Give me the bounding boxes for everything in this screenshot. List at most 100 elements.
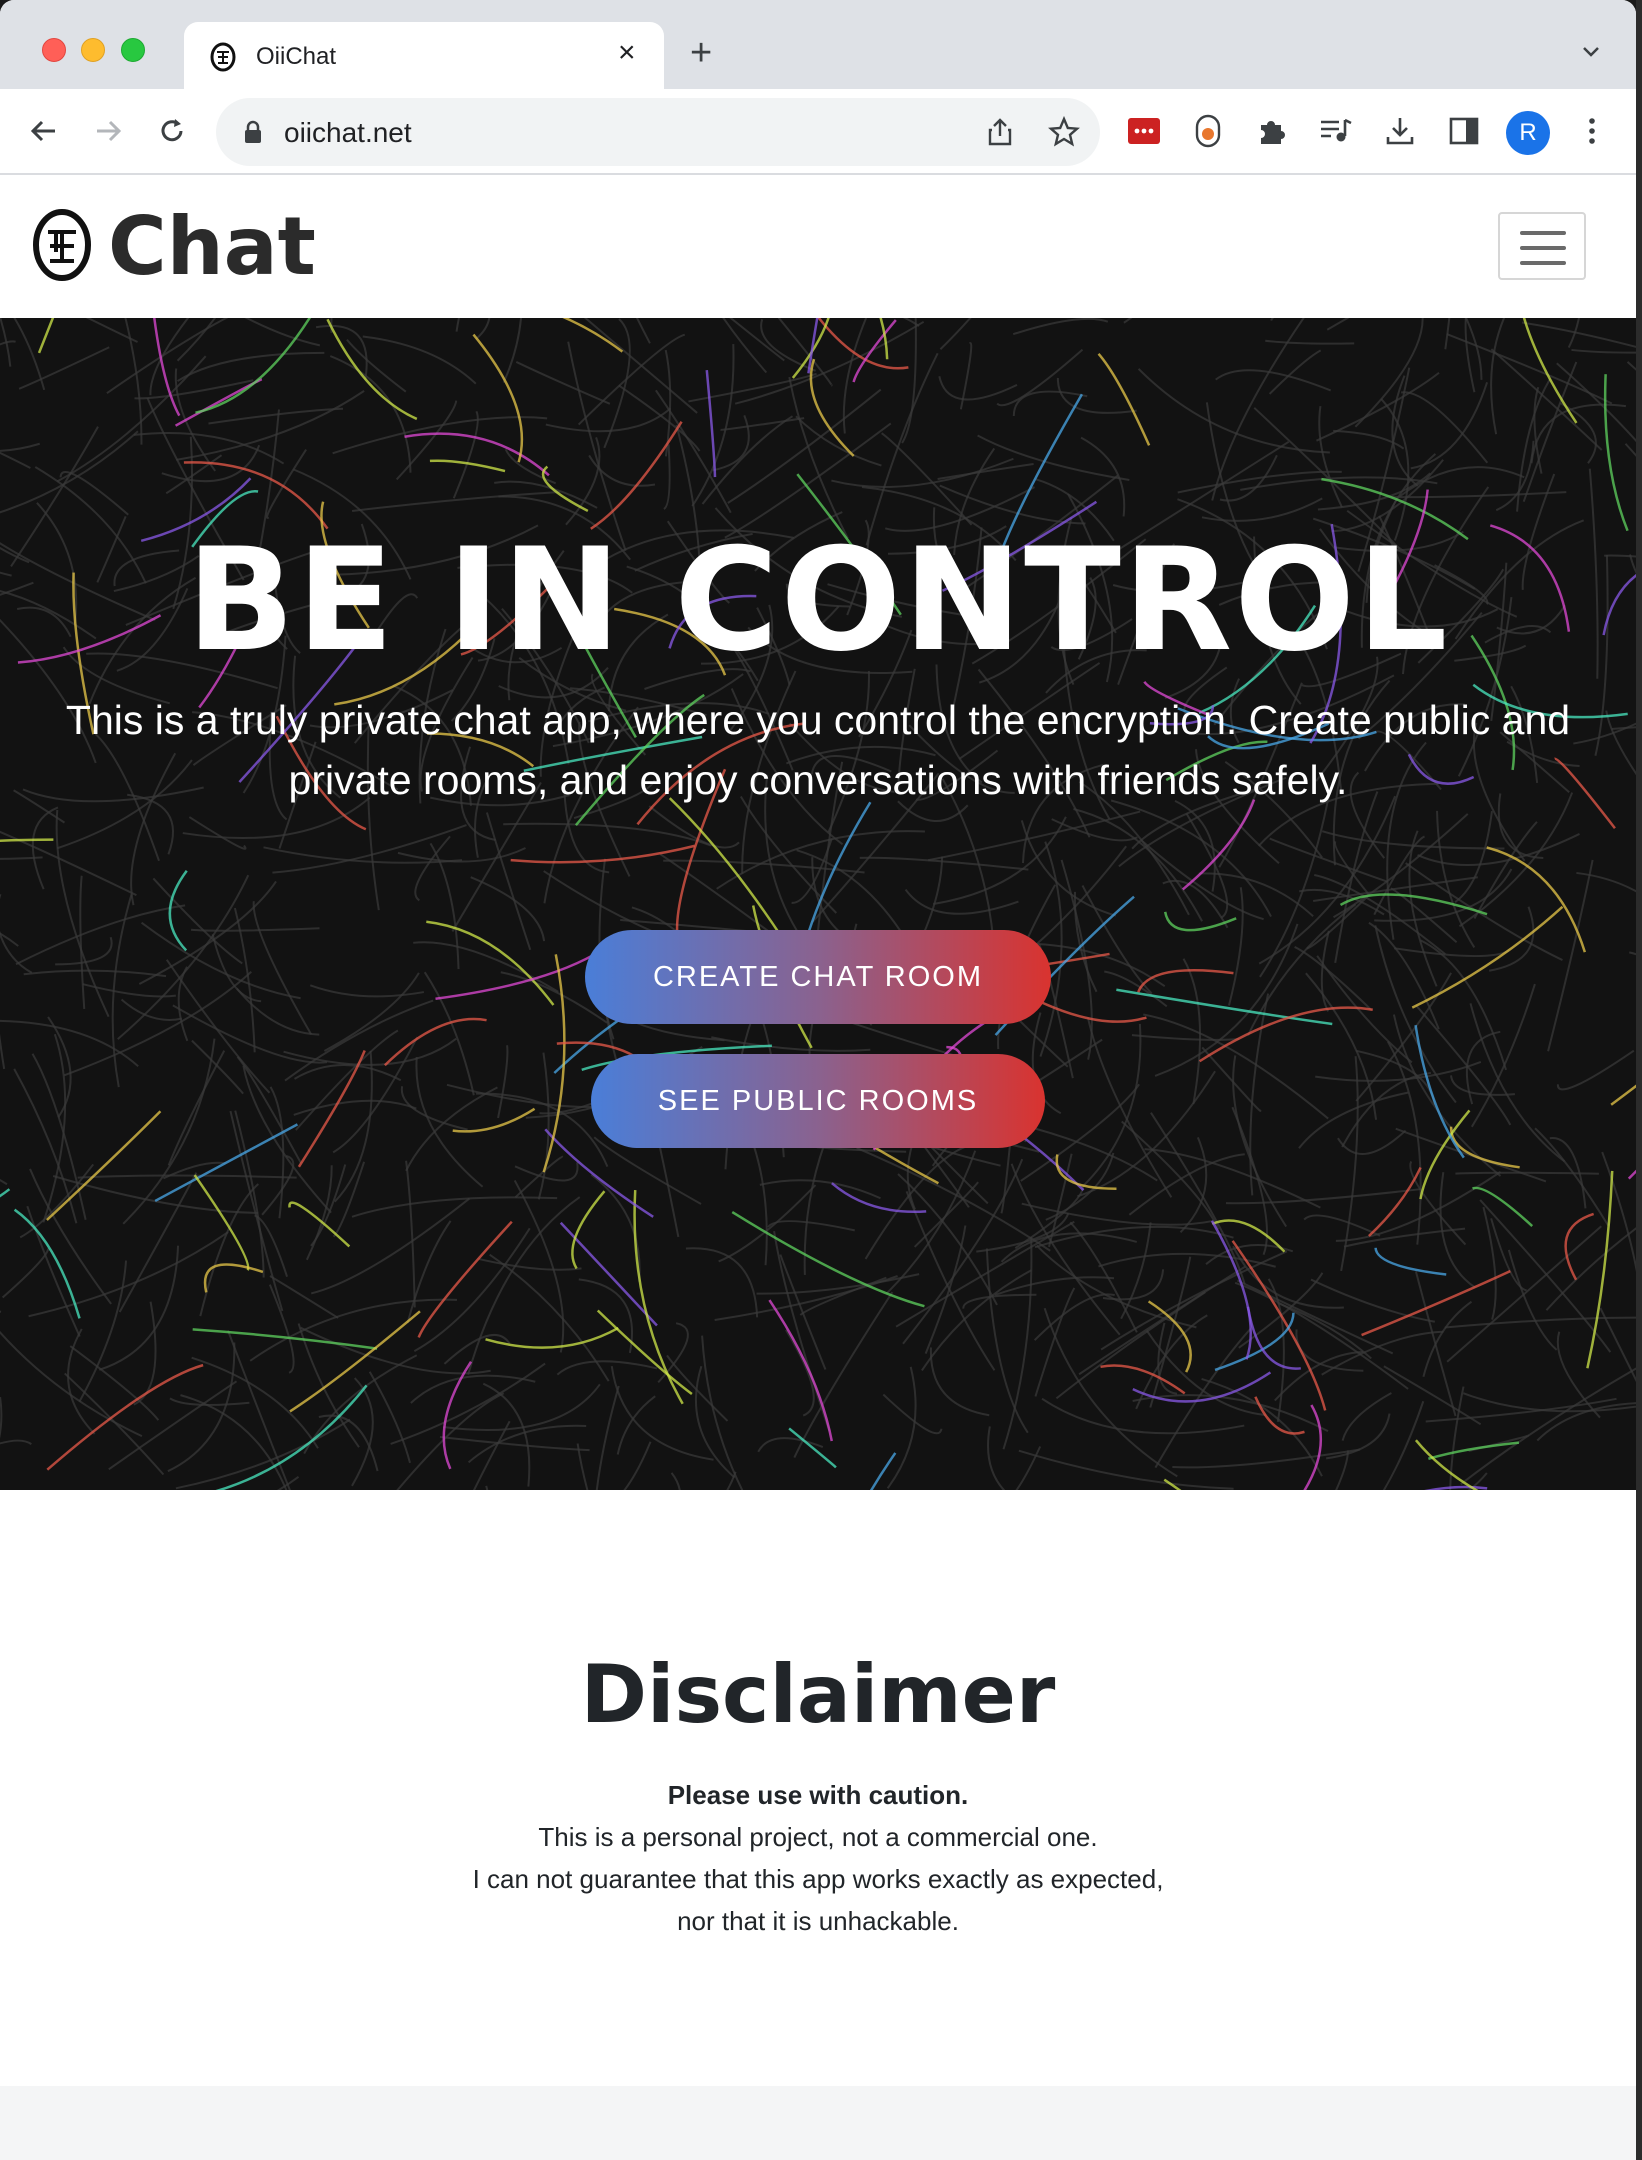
reload-icon[interactable] bbox=[150, 109, 194, 153]
menu-toggle-button[interactable] bbox=[1498, 212, 1586, 280]
background-line bbox=[1449, 1126, 1520, 1169]
background-line bbox=[1383, 1365, 1482, 1426]
background-line bbox=[929, 1347, 990, 1417]
minimize-window-button[interactable] bbox=[81, 38, 105, 62]
brand-name[interactable]: Chat bbox=[108, 200, 316, 293]
background-line bbox=[1326, 318, 1350, 331]
background-line bbox=[497, 1045, 509, 1119]
new-tab-icon[interactable]: + bbox=[690, 34, 712, 72]
background-line bbox=[1015, 1446, 1042, 1490]
oii-logo-icon[interactable] bbox=[32, 208, 92, 282]
background-line bbox=[1303, 1214, 1381, 1237]
close-tab-icon[interactable]: × bbox=[618, 38, 636, 68]
background-line bbox=[289, 1310, 421, 1413]
background-line bbox=[904, 888, 1019, 915]
background-line bbox=[478, 1257, 582, 1271]
download-icon[interactable] bbox=[1380, 111, 1420, 151]
background-line bbox=[0, 1310, 2, 1313]
back-icon[interactable] bbox=[22, 109, 66, 153]
chevron-down-icon[interactable] bbox=[1580, 40, 1602, 62]
background-line bbox=[56, 355, 207, 483]
disclaimer-text-line: nor that it is unhackable. bbox=[677, 1906, 959, 1936]
background-line bbox=[1269, 837, 1389, 883]
background-line bbox=[720, 417, 805, 431]
background-line bbox=[809, 358, 855, 457]
background-line bbox=[712, 415, 750, 472]
background-line bbox=[779, 1254, 827, 1370]
background-line bbox=[1391, 491, 1567, 499]
background-line bbox=[1374, 1247, 1447, 1276]
background-line bbox=[199, 1183, 259, 1317]
background-line bbox=[417, 1220, 513, 1338]
background-line bbox=[701, 1335, 744, 1490]
background-line bbox=[1482, 1206, 1497, 1320]
background-line bbox=[1465, 318, 1483, 380]
background-line bbox=[1394, 947, 1510, 958]
background-line bbox=[426, 920, 555, 1006]
browser-tab[interactable]: OiiChat × bbox=[184, 22, 664, 92]
background-line bbox=[1571, 348, 1636, 354]
hero-section: BE IN CONTROL This is a truly private ch… bbox=[0, 318, 1636, 1490]
background-line bbox=[670, 1472, 681, 1490]
web-page: Chat BE IN CONTROL This is a truly priva… bbox=[0, 176, 1636, 2160]
background-line bbox=[1123, 318, 1133, 324]
background-line bbox=[383, 1017, 487, 1067]
background-line bbox=[817, 318, 909, 370]
bookmark-star-icon[interactable] bbox=[1048, 116, 1080, 148]
background-line bbox=[59, 471, 129, 516]
background-line bbox=[1021, 1202, 1214, 1226]
background-line bbox=[996, 348, 1084, 407]
background-line bbox=[938, 376, 1018, 401]
background-line bbox=[188, 816, 247, 850]
profile-avatar[interactable]: R bbox=[1506, 111, 1550, 155]
background-line bbox=[415, 1057, 484, 1188]
extensions-puzzle-icon[interactable] bbox=[1252, 111, 1292, 151]
maximize-window-button[interactable] bbox=[121, 38, 145, 62]
hero-subtitle-line: private rooms, and enjoy conversations w… bbox=[288, 757, 1348, 803]
see-public-rooms-button[interactable]: SEE PUBLIC ROOMS bbox=[591, 1054, 1045, 1148]
background-line bbox=[514, 1155, 564, 1199]
background-line bbox=[1411, 905, 1564, 1009]
background-line bbox=[470, 876, 546, 942]
background-line bbox=[193, 1174, 250, 1271]
address-bar[interactable]: oiichat.net bbox=[216, 98, 1100, 166]
background-line bbox=[1086, 1017, 1173, 1198]
background-line bbox=[1576, 871, 1636, 893]
background-line bbox=[1490, 348, 1603, 451]
background-line bbox=[768, 1299, 833, 1442]
forward-icon[interactable] bbox=[86, 109, 130, 153]
background-line bbox=[852, 319, 897, 383]
background-line bbox=[236, 1056, 302, 1164]
menu-kebab-icon[interactable] bbox=[1572, 111, 1612, 151]
background-line bbox=[138, 880, 277, 985]
background-line bbox=[729, 318, 785, 362]
background-line bbox=[0, 830, 137, 897]
background-line bbox=[502, 318, 522, 383]
side-panel-icon[interactable] bbox=[1444, 111, 1484, 151]
disclaimer-title: Disclaimer bbox=[580, 1648, 1056, 1741]
share-icon[interactable] bbox=[984, 116, 1016, 148]
close-window-button[interactable] bbox=[42, 38, 66, 62]
toggle-extension-icon[interactable] bbox=[1188, 111, 1228, 151]
background-line bbox=[1337, 1129, 1407, 1155]
background-line bbox=[1422, 1300, 1473, 1377]
background-line bbox=[648, 805, 740, 849]
background-line bbox=[1313, 876, 1478, 902]
site-navbar: Chat bbox=[0, 176, 1636, 318]
background-line bbox=[0, 442, 41, 452]
create-chat-room-button[interactable]: CREATE CHAT ROOM bbox=[585, 930, 1051, 1024]
background-line bbox=[1219, 454, 1278, 502]
background-line bbox=[1012, 318, 1109, 336]
background-line bbox=[767, 1220, 855, 1232]
background-line bbox=[705, 369, 717, 478]
background-line bbox=[1225, 1188, 1422, 1205]
background-line bbox=[79, 875, 86, 1010]
background-line bbox=[1455, 1171, 1599, 1175]
background-line bbox=[1495, 440, 1535, 512]
background-line bbox=[545, 407, 672, 433]
password-manager-icon[interactable] bbox=[1124, 111, 1164, 151]
media-queue-icon[interactable] bbox=[1316, 111, 1356, 151]
background-line bbox=[284, 999, 434, 1082]
background-line bbox=[47, 1016, 72, 1118]
hero-subtitle: This is a truly private chat app, where … bbox=[30, 690, 1606, 810]
